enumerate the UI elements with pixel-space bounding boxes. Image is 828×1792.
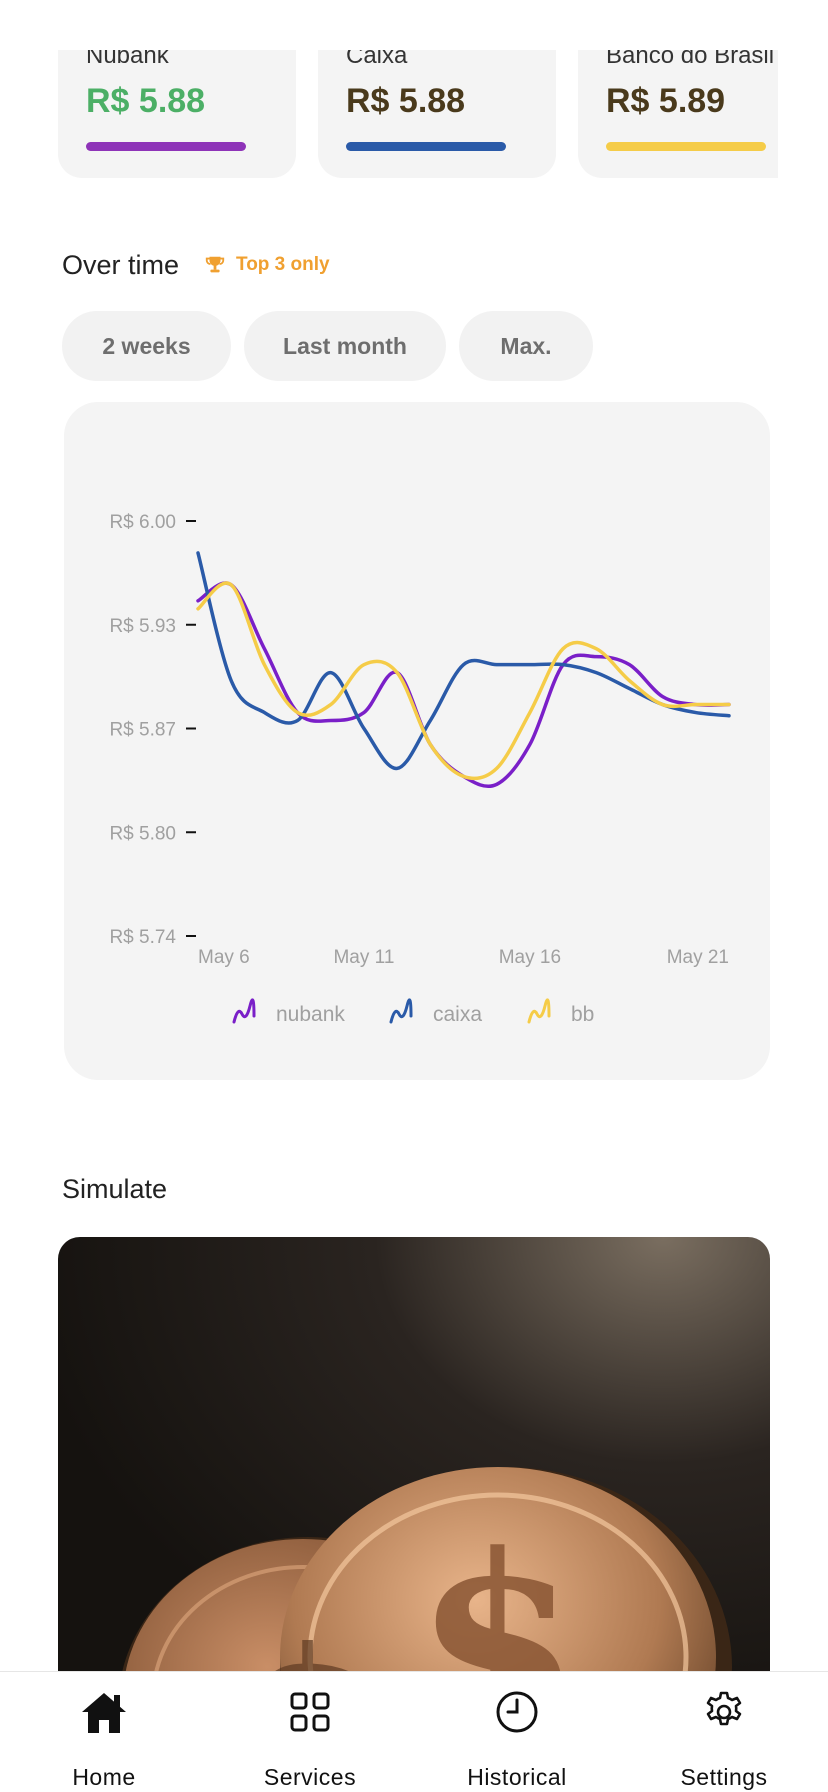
bank-color-bar — [606, 142, 766, 151]
y-tick-label: R$ 5.74 — [109, 927, 176, 948]
bank-color-bar — [86, 142, 246, 151]
y-tick-label: R$ 6.00 — [109, 512, 176, 533]
series-line-nubank — [196, 581, 731, 789]
period-2-weeks-button[interactable]: 2 weeks — [62, 311, 231, 381]
period-last-month-button[interactable]: Last month — [244, 311, 446, 381]
nav-services[interactable]: Services — [220, 1672, 400, 1792]
gear-icon — [706, 1691, 742, 1726]
rate-chart-card: R$ 6.00 R$ 5.93 R$ 5.87 R$ 5.80 R$ 5.74 May 6… — [64, 402, 770, 1080]
legend-item-bb: bb — [527, 998, 594, 1026]
y-tick-label: R$ 5.93 — [109, 616, 176, 637]
bank-name: Nubank — [86, 50, 169, 69]
bank-color-bar — [346, 142, 506, 151]
legend-label: bb — [571, 1003, 594, 1026]
bank-cards-carousel[interactable]: Nubank R$ 5.88 Caixa R$ 5.88 Banco do Br… — [58, 50, 778, 180]
legend-label: nubank — [276, 1003, 345, 1026]
grid-icon — [290, 1692, 330, 1732]
legend-item-nubank: nubank — [232, 998, 345, 1026]
home-icon — [82, 1693, 126, 1733]
legend-label: caixa — [433, 1003, 482, 1026]
bank-rate: R$ 5.88 — [346, 82, 466, 120]
legend-item-caixa: caixa — [389, 998, 482, 1026]
bank-rate: R$ 5.89 — [606, 82, 726, 120]
bank-card-nubank[interactable]: Nubank R$ 5.88 — [58, 50, 296, 178]
nav-settings[interactable]: Settings — [634, 1672, 814, 1792]
nav-home[interactable]: Home — [14, 1672, 194, 1792]
legend-swatch-icon — [527, 998, 551, 1024]
bank-name: Banco do Brasil — [606, 50, 775, 69]
legend-swatch-icon — [232, 998, 256, 1024]
x-tick-label: May 21 — [667, 947, 729, 968]
nav-historical[interactable]: Historical — [427, 1672, 607, 1792]
simulate-title: Simulate — [62, 1174, 168, 1204]
bank-rate: R$ 5.88 — [86, 82, 206, 120]
y-tick-label: R$ 5.80 — [109, 823, 176, 844]
bottom-navigation: Home Services Historical Settings — [0, 1671, 828, 1792]
bank-name: Caixa — [346, 50, 408, 69]
y-tick-label: R$ 5.87 — [109, 720, 176, 741]
nav-home-label: Home — [72, 1764, 136, 1790]
x-tick-label: May 16 — [499, 947, 561, 968]
series-line-caixa — [196, 551, 731, 771]
bank-card-caixa[interactable]: Caixa R$ 5.88 — [318, 50, 556, 178]
nav-settings-label: Settings — [680, 1764, 768, 1790]
period-max-button[interactable]: Max. — [459, 311, 593, 381]
x-tick-label: May 6 — [198, 947, 250, 968]
top3-badge: Top 3 only — [204, 254, 330, 276]
x-tick-label: May 11 — [333, 947, 394, 968]
legend-swatch-icon — [389, 998, 413, 1024]
clock-icon — [496, 1691, 538, 1733]
nav-historical-label: Historical — [467, 1764, 567, 1790]
top3-badge-label: Top 3 only — [236, 254, 330, 275]
nav-services-label: Services — [263, 1764, 357, 1790]
over-time-title: Over time — [62, 250, 180, 280]
bank-card-banco-do-brasil[interactable]: Banco do Brasil R$ 5.89 — [578, 50, 778, 178]
rate-line-chart: R$ 6.00 R$ 5.93 R$ 5.87 R$ 5.80 R$ 5.74 May 6… — [109, 512, 731, 1026]
trophy-icon — [205, 256, 225, 273]
app-screen: Nubank R$ 5.88 Caixa R$ 5.88 Banco do Br… — [0, 0, 828, 1792]
